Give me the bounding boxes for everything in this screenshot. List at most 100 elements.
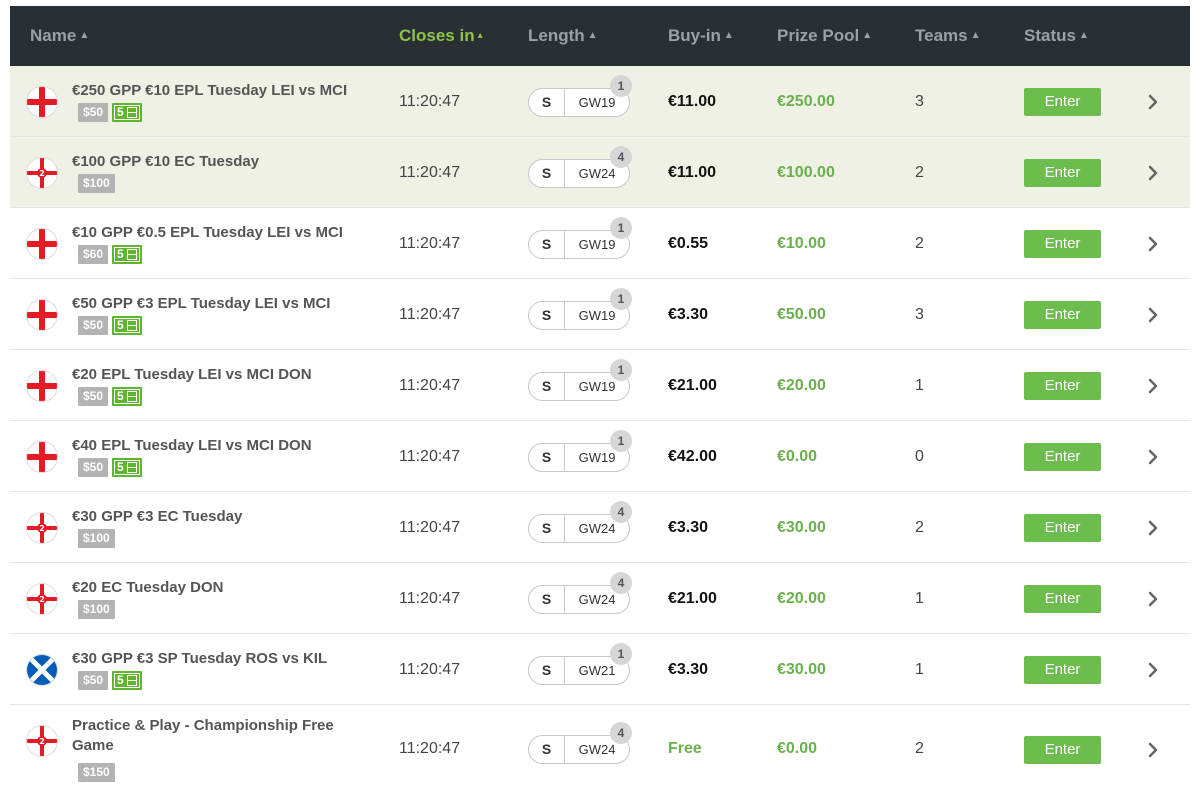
contest-name[interactable]: €20 EC Tuesday DON	[72, 578, 372, 598]
closes-in-value: 11:20:47	[399, 306, 461, 323]
length-short[interactable]: S	[529, 444, 565, 471]
table-row[interactable]: 2 €20 EC Tuesday DON $100 11:20:47 S GW2…	[10, 563, 1190, 634]
chevron-right-icon[interactable]	[1146, 443, 1162, 471]
contest-name[interactable]: €250 GPP €10 EPL Tuesday LEI vs MCI	[72, 81, 372, 101]
enter-button[interactable]: Enter	[1024, 585, 1101, 613]
contest-name[interactable]: Practice & Play - Championship Free Game	[72, 716, 372, 756]
enter-button[interactable]: Enter	[1024, 656, 1101, 684]
lineup-count: 5	[117, 460, 124, 474]
length-selector[interactable]: S GW24 4	[528, 722, 632, 764]
sort-icon: ▲︎	[79, 29, 90, 41]
chevron-right-icon[interactable]	[1146, 159, 1162, 187]
price-badge: $50	[78, 103, 109, 122]
england-flag-icon	[27, 87, 57, 117]
pitch-icon	[126, 320, 137, 331]
table-row[interactable]: 2 €30 GPP €3 EC Tuesday $100 11:20:47 S …	[10, 492, 1190, 563]
length-short[interactable]: S	[529, 657, 565, 684]
contest-badges: $50 5	[78, 671, 142, 690]
contest-badges: $50 5	[78, 103, 142, 122]
buy-in-value: €21.00	[668, 590, 717, 607]
lineup-count: 5	[117, 389, 124, 403]
length-short[interactable]: S	[529, 160, 565, 187]
contest-badges: $150	[78, 763, 115, 782]
column-header-teams[interactable]: Teams ▲︎	[915, 6, 981, 66]
enter-button[interactable]: Enter	[1024, 301, 1101, 329]
teams-value: 2	[915, 740, 924, 757]
prize-pool-value: €100.00	[777, 164, 835, 181]
length-short[interactable]: S	[529, 586, 565, 613]
buy-in-value: €11.00	[668, 93, 717, 110]
length-selector[interactable]: S GW24 4	[528, 146, 632, 188]
contest-table: Name ▲︎ Closes in ▴ Length ▲︎ Buy-in ▲︎ Priz…	[10, 0, 1190, 791]
column-header-prize-pool[interactable]: Prize Pool ▲︎	[777, 6, 872, 66]
price-badge: $100	[78, 174, 115, 193]
length-selector[interactable]: S GW24 4	[528, 572, 632, 614]
length-short[interactable]: S	[529, 515, 565, 542]
price-badge: $100	[78, 529, 115, 548]
column-header-length[interactable]: Length ▲︎	[528, 6, 598, 66]
price-badge: $60	[78, 245, 109, 264]
table-row[interactable]: €250 GPP €10 EPL Tuesday LEI vs MCI $50 …	[10, 66, 1190, 137]
length-selector[interactable]: S GW19 1	[528, 288, 632, 330]
chevron-right-icon[interactable]	[1146, 585, 1162, 613]
table-row[interactable]: €20 EPL Tuesday LEI vs MCI DON $50 5 11:…	[10, 350, 1190, 421]
chevron-right-icon[interactable]	[1146, 301, 1162, 329]
closes-in-value: 11:20:47	[399, 235, 461, 252]
contest-badges: $100	[78, 600, 115, 619]
chevron-right-icon[interactable]	[1146, 88, 1162, 116]
table-row[interactable]: €10 GPP €0.5 EPL Tuesday LEI vs MCI $60 …	[10, 208, 1190, 279]
contest-name[interactable]: €50 GPP €3 EPL Tuesday LEI vs MCI	[72, 294, 372, 314]
contest-name[interactable]: €10 GPP €0.5 EPL Tuesday LEI vs MCI	[72, 223, 372, 243]
length-short[interactable]: S	[529, 231, 565, 258]
chevron-right-icon[interactable]	[1146, 656, 1162, 684]
teams-value: 1	[915, 377, 924, 394]
length-short[interactable]: S	[529, 89, 565, 116]
closes-in-value: 11:20:47	[399, 519, 461, 536]
scrollbar[interactable]	[1192, 0, 1200, 791]
length-short[interactable]: S	[529, 736, 565, 763]
lineup-count-badge: 5	[112, 387, 142, 406]
enter-button[interactable]: Enter	[1024, 372, 1101, 400]
chevron-right-icon[interactable]	[1146, 372, 1162, 400]
table-row[interactable]: 2 Practice & Play - Championship Free Ga…	[10, 705, 1190, 791]
enter-button[interactable]: Enter	[1024, 514, 1101, 542]
chevron-right-icon[interactable]	[1146, 514, 1162, 542]
enter-button[interactable]: Enter	[1024, 159, 1101, 187]
enter-button[interactable]: Enter	[1024, 230, 1101, 258]
contest-name[interactable]: €100 GPP €10 EC Tuesday	[72, 152, 372, 172]
contest-name[interactable]: €30 GPP €3 EC Tuesday	[72, 507, 372, 527]
length-selector[interactable]: S GW21 1	[528, 643, 632, 685]
table-row[interactable]: €50 GPP €3 EPL Tuesday LEI vs MCI $50 5 …	[10, 279, 1190, 350]
table-row[interactable]: €30 GPP €3 SP Tuesday ROS vs KIL $50 5 1…	[10, 634, 1190, 705]
table-row[interactable]: 2 €100 GPP €10 EC Tuesday $100 11:20:47 …	[10, 137, 1190, 208]
buy-in-value: €0.55	[668, 235, 709, 252]
england-2-flag-icon: 2	[27, 513, 57, 543]
contest-name[interactable]: €20 EPL Tuesday LEI vs MCI DON	[72, 365, 372, 385]
contest-name[interactable]: €30 GPP €3 SP Tuesday ROS vs KIL	[72, 649, 372, 669]
length-selector[interactable]: S GW19 1	[528, 430, 632, 472]
chevron-right-icon[interactable]	[1146, 736, 1162, 764]
length-selector[interactable]: S GW19 1	[528, 75, 632, 117]
contest-badges: $100	[78, 174, 115, 193]
buy-in-value: €42.00	[668, 448, 717, 465]
column-header-closes-in[interactable]: Closes in ▴	[399, 6, 483, 66]
column-header-name[interactable]: Name ▲︎	[30, 6, 89, 66]
contest-name[interactable]: €40 EPL Tuesday LEI vs MCI DON	[72, 436, 372, 456]
chevron-right-icon[interactable]	[1146, 230, 1162, 258]
england-flag-icon	[27, 300, 57, 330]
sort-icon: ▲︎	[1078, 29, 1089, 41]
column-header-status[interactable]: Status ▲︎	[1024, 6, 1089, 66]
length-selector[interactable]: S GW19 1	[528, 359, 632, 401]
table-row[interactable]: €40 EPL Tuesday LEI vs MCI DON $50 5 11:…	[10, 421, 1190, 492]
enter-button[interactable]: Enter	[1024, 88, 1101, 116]
length-short[interactable]: S	[529, 302, 565, 329]
enter-button[interactable]: Enter	[1024, 443, 1101, 471]
column-header-buy-in[interactable]: Buy-in ▲︎	[668, 6, 734, 66]
length-short[interactable]: S	[529, 373, 565, 400]
gameweek-count-badge: 4	[610, 146, 632, 168]
length-selector[interactable]: S GW19 1	[528, 217, 632, 259]
enter-button[interactable]: Enter	[1024, 736, 1101, 764]
england-2-flag-icon: 2	[27, 584, 57, 614]
closes-in-value: 11:20:47	[399, 93, 461, 110]
length-selector[interactable]: S GW24 4	[528, 501, 632, 543]
